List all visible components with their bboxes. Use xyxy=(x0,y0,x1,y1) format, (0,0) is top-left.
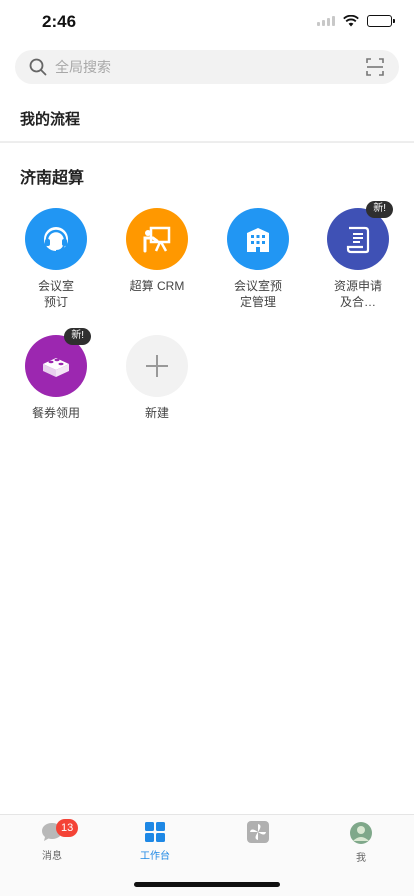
presentation-icon xyxy=(143,226,171,253)
signal-icon xyxy=(317,16,335,26)
headset-icon xyxy=(44,227,68,252)
app-icon-circle xyxy=(227,208,289,270)
app-icon-circle xyxy=(126,208,188,270)
wifi-icon xyxy=(343,15,359,27)
search-input[interactable] xyxy=(55,59,365,75)
tab-me[interactable]: 我 xyxy=(321,821,401,864)
app-icon-circle: 新! xyxy=(25,328,91,397)
app-label: 资源申请 及合… xyxy=(333,279,382,309)
app-resource-request[interactable]: 新! 资源申请 及合… xyxy=(313,201,403,310)
app-label: 新建 xyxy=(144,406,169,420)
app-meeting-room-management[interactable]: 会议室预 定管理 xyxy=(213,208,303,310)
tab-app[interactable] xyxy=(218,821,298,847)
my-process-row[interactable]: 我的流程 xyxy=(0,96,414,142)
unread-count-badge: 13 xyxy=(56,819,79,837)
section-title: 济南超算 xyxy=(20,170,85,187)
tab-messages[interactable]: 13 消息 xyxy=(12,819,92,862)
building-icon xyxy=(247,228,269,252)
pinwheel-icon xyxy=(247,821,269,843)
app-label: 会议室 预订 xyxy=(37,279,74,309)
status-time: 2:46 xyxy=(42,12,77,31)
tab-label: 消息 xyxy=(42,851,62,862)
new-badge: 新! xyxy=(366,201,393,218)
status-bar: 2:46 xyxy=(0,0,414,44)
app-create-new[interactable]: 新建 xyxy=(112,335,202,421)
search-icon xyxy=(29,58,47,76)
plus-icon xyxy=(146,355,168,377)
app-label: 会议室预 定管理 xyxy=(233,279,282,309)
status-icons xyxy=(317,15,395,27)
tab-label: 工作台 xyxy=(140,851,170,862)
app-meal-voucher[interactable]: 新! 餐券领用 xyxy=(11,328,101,421)
new-badge: 新! xyxy=(64,328,91,345)
avatar xyxy=(350,822,372,844)
tab-label: 我 xyxy=(356,853,366,864)
grid-icon xyxy=(145,822,165,842)
app-crm[interactable]: 超算 CRM xyxy=(112,208,202,294)
my-process-label: 我的流程 xyxy=(20,111,81,128)
search-bar[interactable] xyxy=(15,50,399,84)
tab-workbench[interactable]: 工作台 xyxy=(115,821,195,862)
app-icon-circle: 新! xyxy=(327,201,393,270)
document-icon xyxy=(346,226,370,254)
section-divider xyxy=(0,142,414,143)
battery-icon xyxy=(367,15,395,27)
app-meeting-room-booking[interactable]: 会议室 预订 xyxy=(11,208,101,310)
app-label: 餐券领用 xyxy=(31,406,80,420)
app-icon-circle xyxy=(25,208,87,270)
app-icon-circle xyxy=(126,335,188,397)
box-icon xyxy=(43,358,69,377)
scan-icon[interactable] xyxy=(365,57,385,77)
app-label: 超算 CRM xyxy=(129,279,185,293)
home-indicator xyxy=(134,882,280,887)
